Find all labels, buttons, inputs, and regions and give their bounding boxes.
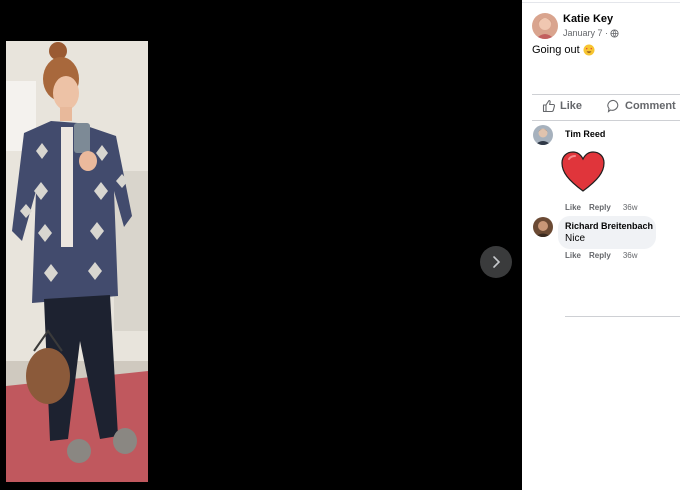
like-label: Like bbox=[560, 100, 583, 112]
comment-timestamp[interactable]: 36w bbox=[623, 251, 638, 260]
post-text-content: Going out bbox=[532, 44, 580, 56]
comment-text: Nice bbox=[565, 233, 586, 244]
photo-illustration bbox=[6, 41, 148, 482]
comment-actions: Like Reply 36w bbox=[565, 251, 638, 260]
like-button[interactable]: Like bbox=[542, 99, 582, 113]
comment-author[interactable]: Richard Breitenbach bbox=[565, 221, 653, 231]
next-photo-button[interactable] bbox=[480, 246, 512, 278]
panel-top-divider bbox=[522, 2, 680, 3]
comment-button[interactable]: Comment bbox=[607, 99, 676, 113]
comments-bottom-divider bbox=[565, 316, 680, 317]
author-name[interactable]: Katie Key bbox=[563, 13, 613, 25]
chevron-right-icon bbox=[493, 256, 501, 268]
comment-actions: Like Reply 36w bbox=[565, 203, 638, 212]
thumbs-up-icon bbox=[542, 99, 556, 113]
globe-icon[interactable] bbox=[610, 28, 619, 38]
post-text: Going out bbox=[532, 44, 595, 56]
comment-timestamp[interactable]: 36w bbox=[623, 203, 638, 212]
comment-like-link[interactable]: Like bbox=[565, 251, 581, 260]
comment-label: Comment bbox=[625, 100, 676, 112]
comment-reply-link[interactable]: Reply bbox=[589, 251, 611, 260]
comment-author[interactable]: Tim Reed bbox=[565, 129, 605, 139]
author-avatar[interactable] bbox=[532, 13, 558, 39]
post-meta: January 7 · bbox=[563, 28, 619, 38]
post-date[interactable]: January 7 · bbox=[563, 28, 608, 38]
actions-bottom-divider bbox=[532, 120, 680, 121]
photo-viewer bbox=[0, 0, 522, 490]
heart-eyes-emoji-icon bbox=[583, 44, 595, 56]
comment-avatar[interactable] bbox=[533, 125, 553, 145]
actions-top-divider bbox=[532, 94, 680, 95]
comment-like-link[interactable]: Like bbox=[565, 203, 581, 212]
comment-avatar[interactable] bbox=[533, 217, 553, 237]
heart-sticker-icon bbox=[561, 151, 605, 192]
comment-icon bbox=[607, 99, 619, 113]
comment-reply-link[interactable]: Reply bbox=[589, 203, 611, 212]
post-photo[interactable] bbox=[6, 41, 148, 482]
